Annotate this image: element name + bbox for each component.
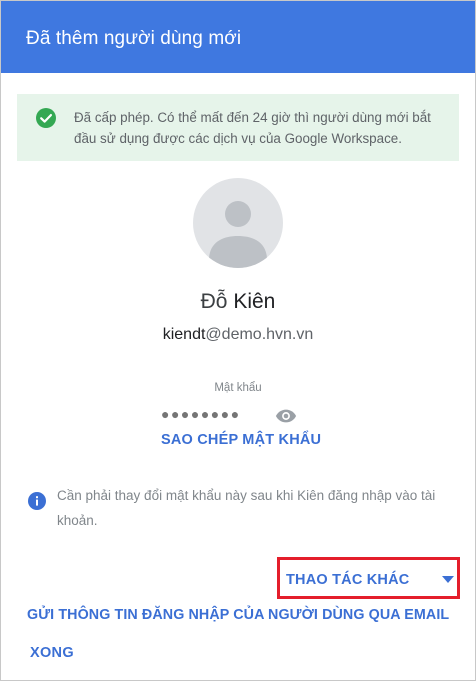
user-full-name: Đỗ Kiên — [0, 290, 476, 314]
done-button[interactable]: XONG — [30, 645, 74, 661]
user-email-local: kiendt — [162, 326, 206, 343]
caret-down-icon — [442, 576, 454, 583]
password-label: Mật khẩu — [214, 382, 262, 394]
check-circle-icon — [36, 108, 56, 128]
info-icon — [28, 492, 46, 510]
password-change-notice: Cần phải thay đổi mật khẩu này sau khi K… — [57, 488, 436, 528]
avatar-placeholder-icon — [193, 178, 283, 268]
dialog-header: Đã thêm người dùng mới — [1, 1, 475, 73]
password-row: ●●●●●●●● — [161, 406, 311, 426]
user-last-name: Đỗ — [200, 290, 228, 313]
user-email-domain: @demo.hvn.vn — [205, 326, 314, 343]
eye-icon[interactable] — [275, 407, 297, 425]
user-first-name: Kiên — [233, 290, 276, 313]
user-email: kiendt@demo.hvn.vn — [0, 326, 476, 344]
dialog-title: Đã thêm người dùng mới — [26, 28, 242, 49]
alert-message: Đã cấp phép. Có thể mất đến 24 giờ thì n… — [74, 110, 431, 146]
success-alert: Đã cấp phép. Có thể mất đến 24 giờ thì n… — [17, 94, 459, 161]
more-actions-button[interactable]: THAO TÁC KHÁC — [277, 557, 460, 599]
send-login-info-email-button[interactable]: GỬI THÔNG TIN ĐĂNG NHẬP CỦA NGƯỜI DÙNG Q… — [27, 607, 449, 623]
password-masked-value: ●●●●●●●● — [161, 406, 241, 422]
more-actions-label: THAO TÁC KHÁC — [286, 572, 410, 588]
copy-password-button[interactable]: SAO CHÉP MẬT KHẨU — [161, 432, 321, 448]
